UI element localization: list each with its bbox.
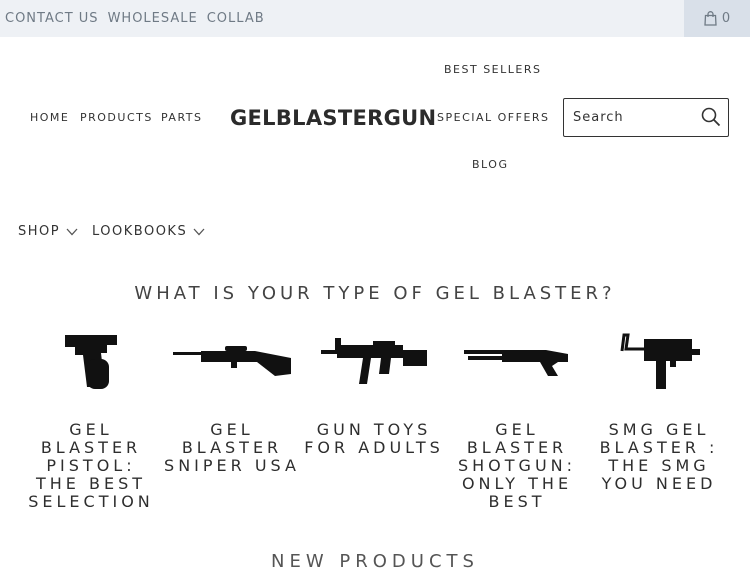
section-heading: WHAT IS YOUR TYPE OF GEL BLASTER?	[134, 283, 616, 304]
site-logo[interactable]: GELBLASTERGUN	[230, 106, 436, 130]
contact-us-link[interactable]: CONTACT US	[5, 11, 99, 26]
chevron-down-icon	[193, 228, 205, 235]
assault-rifle-icon	[321, 338, 427, 384]
category-title: GEL BLASTER SHOTGUN: ONLY THE BEST	[457, 420, 577, 511]
wholesale-link[interactable]: WHOLESALE	[108, 11, 198, 26]
search-icon	[701, 107, 721, 127]
shopping-bag-icon	[704, 11, 717, 26]
category-image	[588, 330, 730, 392]
cart-button[interactable]: 0	[684, 0, 750, 37]
category-title: SMG GEL BLASTER : THE SMG YOU NEED	[599, 420, 719, 493]
category-image	[303, 330, 445, 392]
category-image	[20, 330, 162, 392]
search-input[interactable]	[564, 99, 703, 136]
pistol-icon	[65, 335, 117, 389]
nav-home[interactable]: HOME	[30, 111, 69, 124]
category-sniper[interactable]: GEL BLASTER SNIPER USA	[161, 330, 303, 475]
search-button[interactable]	[701, 107, 721, 131]
search-box	[563, 98, 729, 137]
menu-lookbooks[interactable]: LOOKBOOKS	[92, 224, 205, 239]
cart-count: 0	[721, 11, 731, 26]
nav-products[interactable]: PRODUCTS	[80, 111, 153, 124]
shotgun-icon	[464, 350, 568, 376]
sniper-rifle-icon	[173, 346, 291, 376]
nav-blog[interactable]: BLOG	[472, 158, 508, 171]
top-bar: CONTACT US WHOLESALE COLLAB 0	[0, 0, 750, 37]
smg-icon	[620, 333, 700, 389]
category-image	[161, 330, 303, 392]
new-products-heading: NEW PRODUCTS	[271, 551, 479, 572]
category-shotgun[interactable]: GEL BLASTER SHOTGUN: ONLY THE BEST	[446, 330, 588, 511]
menu-shop-label: SHOP	[18, 224, 61, 239]
category-image	[446, 330, 588, 392]
nav-special-offers[interactable]: SPECIAL OFFERS	[437, 111, 550, 124]
category-title: GUN TOYS FOR ADULTS	[304, 420, 444, 457]
category-title: GEL BLASTER SNIPER USA	[164, 420, 300, 475]
category-title: GEL BLASTER PISTOL: THE BEST SELECTION	[28, 420, 154, 511]
category-pistol[interactable]: GEL BLASTER PISTOL: THE BEST SELECTION	[20, 330, 162, 511]
chevron-down-icon	[66, 228, 78, 235]
menu-lookbooks-label: LOOKBOOKS	[92, 224, 188, 239]
menu-shop[interactable]: SHOP	[18, 224, 78, 239]
category-smg[interactable]: SMG GEL BLASTER : THE SMG YOU NEED	[588, 330, 730, 493]
category-gun-toys[interactable]: GUN TOYS FOR ADULTS	[303, 330, 445, 457]
nav-best-sellers[interactable]: BEST SELLERS	[444, 63, 541, 76]
collab-link[interactable]: COLLAB	[207, 11, 265, 26]
nav-parts[interactable]: PARTS	[161, 111, 203, 124]
top-links: CONTACT US WHOLESALE COLLAB	[5, 11, 265, 26]
